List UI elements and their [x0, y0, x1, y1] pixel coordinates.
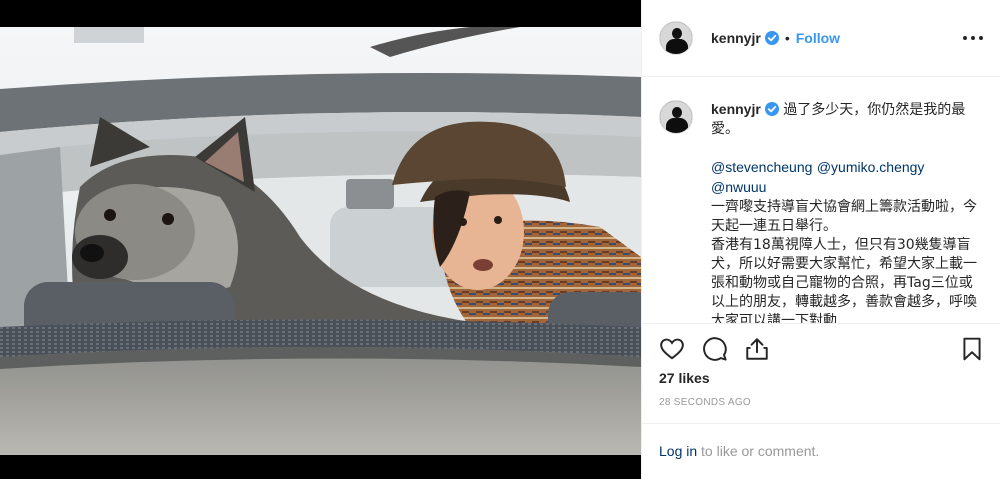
post-photo[interactable] — [0, 27, 641, 455]
caption-username[interactable]: kennyjr — [711, 101, 761, 117]
verified-badge-icon — [764, 31, 779, 45]
comment-bubble-icon[interactable] — [702, 336, 728, 362]
post-side-panel: kennyjr • Follow kennyjr 過了多少天，你仍然是我的最愛。… — [641, 0, 1000, 479]
share-icon[interactable] — [744, 336, 770, 362]
login-rest-text: to like or comment. — [697, 443, 820, 459]
caption-section: kennyjr 過了多少天，你仍然是我的最愛。 @stevencheung @y… — [642, 78, 1000, 323]
post-photo-panel — [0, 0, 641, 479]
more-options-icon[interactable] — [963, 28, 983, 48]
caption-body: kennyjr 過了多少天，你仍然是我的最愛。 @stevencheung @y… — [711, 100, 981, 323]
caption-text-3: 香港有18萬視障人士，但只有30幾隻導盲犬，所以好需要大家幫忙，希望大家上載一張… — [711, 237, 977, 323]
verified-badge-icon — [764, 102, 779, 116]
mentions: @stevencheung @yumiko.chengy @nwuuu — [711, 158, 981, 198]
caption-text-2: 一齊嚟支持導盲犬協會網上籌款活動啦，今天起一連五日舉行。 — [711, 199, 977, 234]
separator-dot: • — [784, 30, 790, 46]
heart-icon[interactable] — [659, 336, 685, 362]
likes-count[interactable]: 27 likes — [659, 370, 710, 386]
bookmark-icon[interactable] — [959, 336, 985, 362]
post-header: kennyjr • Follow — [642, 0, 1000, 77]
username-link[interactable]: kennyjr — [711, 30, 761, 46]
follow-button[interactable]: Follow — [796, 30, 840, 46]
login-prompt: Log in to like or comment. — [642, 423, 1000, 479]
mention-link[interactable]: @nwuuu — [711, 179, 766, 195]
caption-row: kennyjr 過了多少天，你仍然是我的最愛。 @stevencheung @y… — [659, 100, 984, 323]
mention-link[interactable]: @stevencheung — [711, 159, 812, 175]
avatar[interactable] — [659, 21, 693, 55]
login-link[interactable]: Log in — [659, 443, 697, 459]
mention-link[interactable]: @yumiko.chengy — [817, 159, 925, 175]
caption-avatar[interactable] — [659, 100, 693, 134]
post-timestamp[interactable]: 28 SECONDS AGO — [659, 397, 751, 408]
photo-illustration — [0, 27, 641, 455]
